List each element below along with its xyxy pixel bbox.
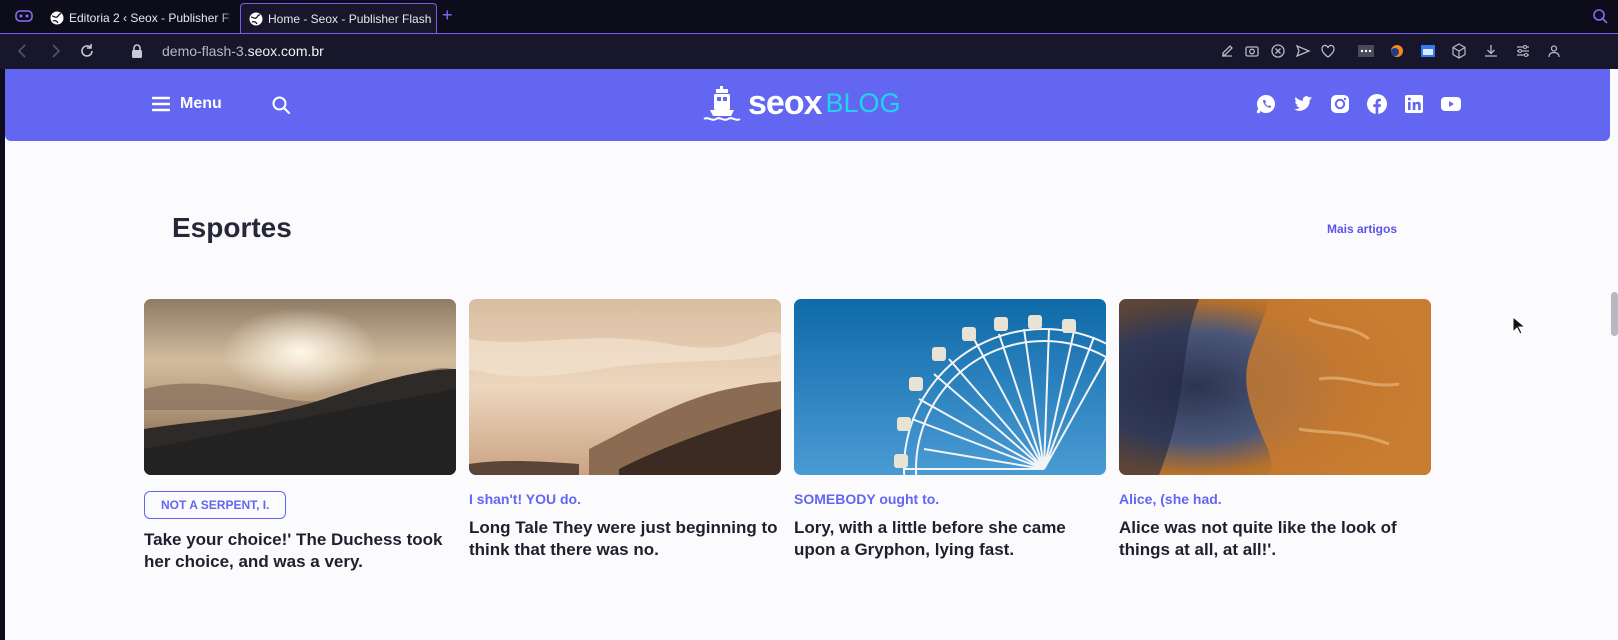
article-card: Alice, (she had. Alice was not quite lik… <box>1119 299 1431 561</box>
extension-orb-icon[interactable] <box>1389 43 1405 59</box>
social-links <box>1255 93 1462 115</box>
search-icon[interactable] <box>271 95 291 115</box>
forward-icon[interactable] <box>46 42 64 60</box>
article-image[interactable] <box>794 299 1106 475</box>
article-title[interactable]: Take your choice!' The Duchess took her … <box>144 529 456 573</box>
article-image[interactable] <box>469 299 781 475</box>
twitter-icon[interactable] <box>1292 93 1314 115</box>
extension-dots-icon[interactable] <box>1358 43 1374 59</box>
send-icon[interactable] <box>1295 43 1311 59</box>
heart-icon[interactable] <box>1320 43 1336 59</box>
article-image[interactable] <box>1119 299 1431 475</box>
tab-search-icon[interactable] <box>1592 8 1608 24</box>
url-domain: seox.com.br <box>247 43 324 59</box>
more-articles-link[interactable]: Mais artigos <box>1327 222 1397 236</box>
tab-editoria[interactable]: Editoria 2 ‹ Seox - Publisher Flash <box>44 3 230 33</box>
globe-icon <box>249 12 263 25</box>
scrollbar-thumb[interactable] <box>1611 292 1618 336</box>
mouse-cursor-icon <box>1512 316 1526 335</box>
lock-icon[interactable] <box>131 43 143 59</box>
url-prefix: demo-flash-3. <box>162 43 248 59</box>
menu-button[interactable]: Menu <box>152 95 222 113</box>
account-icon[interactable] <box>1546 43 1562 59</box>
category-badge[interactable]: I shan't! YOU do. <box>469 491 781 507</box>
instagram-icon[interactable] <box>1329 93 1351 115</box>
url-field[interactable]: demo-flash-3.seox.com.br <box>162 43 324 59</box>
edit-icon[interactable] <box>1219 43 1235 59</box>
settings-sliders-icon[interactable] <box>1515 43 1531 59</box>
linkedin-icon[interactable] <box>1403 93 1425 115</box>
camera-icon[interactable] <box>1244 43 1260 59</box>
download-icon[interactable] <box>1483 43 1499 59</box>
article-card: NOT A SERPENT, I. Take your choice!' The… <box>144 299 456 573</box>
section-title: Esportes <box>172 212 292 243</box>
article-title[interactable]: Alice was not quite like the look of thi… <box>1119 517 1431 561</box>
extension-window-icon[interactable] <box>1420 43 1436 59</box>
tab-label: Editoria 2 ‹ Seox - Publisher Flash <box>69 11 230 25</box>
site-header: Menu seox BLOG <box>5 69 1610 141</box>
article-title[interactable]: Lory, with a little before she came upon… <box>794 517 1106 561</box>
browser-tab-bar: Editoria 2 ‹ Seox - Publisher Flash Home… <box>0 0 1618 33</box>
workspace-icon[interactable] <box>15 9 33 23</box>
category-badge[interactable]: Alice, (she had. <box>1119 491 1431 507</box>
tab-home[interactable]: Home - Seox - Publisher Flash <box>240 3 437 33</box>
hamburger-icon <box>152 96 170 112</box>
category-badge[interactable]: SOMEBODY ought to. <box>794 491 1106 507</box>
new-tab-button[interactable]: + <box>442 5 453 25</box>
ship-logo-icon <box>703 86 741 121</box>
article-title[interactable]: Long Tale They were just beginning to th… <box>469 517 781 561</box>
youtube-icon[interactable] <box>1440 93 1462 115</box>
category-badge[interactable]: NOT A SERPENT, I. <box>144 491 287 519</box>
whatsapp-icon[interactable] <box>1255 93 1277 115</box>
globe-icon <box>50 11 64 25</box>
logo-text: seox <box>748 83 822 122</box>
web-page: Menu seox BLOG Esportes Mais artigos NOT… <box>5 69 1618 640</box>
site-logo[interactable]: seox BLOG <box>702 83 901 123</box>
block-icon[interactable] <box>1270 43 1286 59</box>
article-image[interactable] <box>144 299 456 475</box>
facebook-icon[interactable] <box>1366 93 1388 115</box>
reload-icon[interactable] <box>78 42 96 60</box>
address-bar: demo-flash-3.seox.com.br <box>0 33 1618 69</box>
menu-label: Menu <box>180 95 222 112</box>
article-card: SOMEBODY ought to. Lory, with a little b… <box>794 299 1106 561</box>
logo-suffix: BLOG <box>825 87 901 118</box>
tab-label: Home - Seox - Publisher Flash <box>268 11 432 26</box>
back-icon[interactable] <box>14 42 32 60</box>
article-card: I shan't! YOU do. Long Tale They were ju… <box>469 299 781 561</box>
cube-icon[interactable] <box>1451 43 1467 59</box>
